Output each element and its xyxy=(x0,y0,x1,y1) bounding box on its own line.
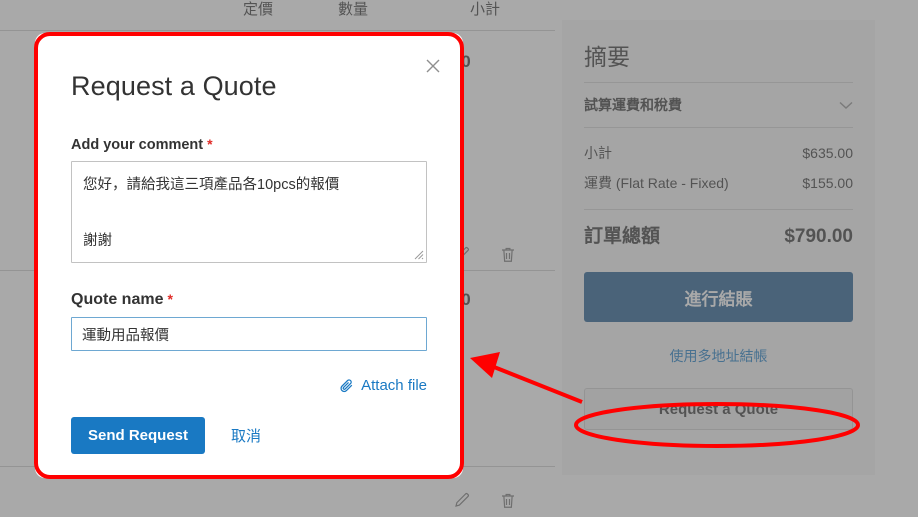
attach-file-link[interactable]: Attach file xyxy=(339,377,427,394)
comment-label-text: Add your comment xyxy=(71,137,204,153)
request-quote-modal: Request a Quote Add your comment* Quote … xyxy=(35,33,463,478)
cart-page: 定價 數量 小計 0.00 0.00 xyxy=(0,0,918,517)
quote-name-label-text: Quote name xyxy=(71,291,164,308)
comment-field-label: Add your comment * xyxy=(71,136,427,153)
send-request-button[interactable]: Send Request xyxy=(71,417,206,454)
required-asterisk: * xyxy=(207,136,213,152)
cancel-link[interactable]: 取消 xyxy=(231,425,261,446)
attach-file-label: Attach file xyxy=(361,377,427,394)
comment-textarea-wrapper xyxy=(71,161,427,263)
attach-file-row: Attach file xyxy=(71,377,427,394)
quote-name-field-label: Quote name * xyxy=(71,291,427,309)
quote-name-input[interactable] xyxy=(71,317,427,351)
close-icon[interactable] xyxy=(422,55,444,77)
required-asterisk: * xyxy=(167,291,173,307)
modal-title: Request a Quote xyxy=(71,71,277,101)
modal-actions: Send Request 取消 xyxy=(71,417,427,454)
paperclip-icon xyxy=(339,378,354,393)
comment-textarea[interactable] xyxy=(71,161,427,263)
